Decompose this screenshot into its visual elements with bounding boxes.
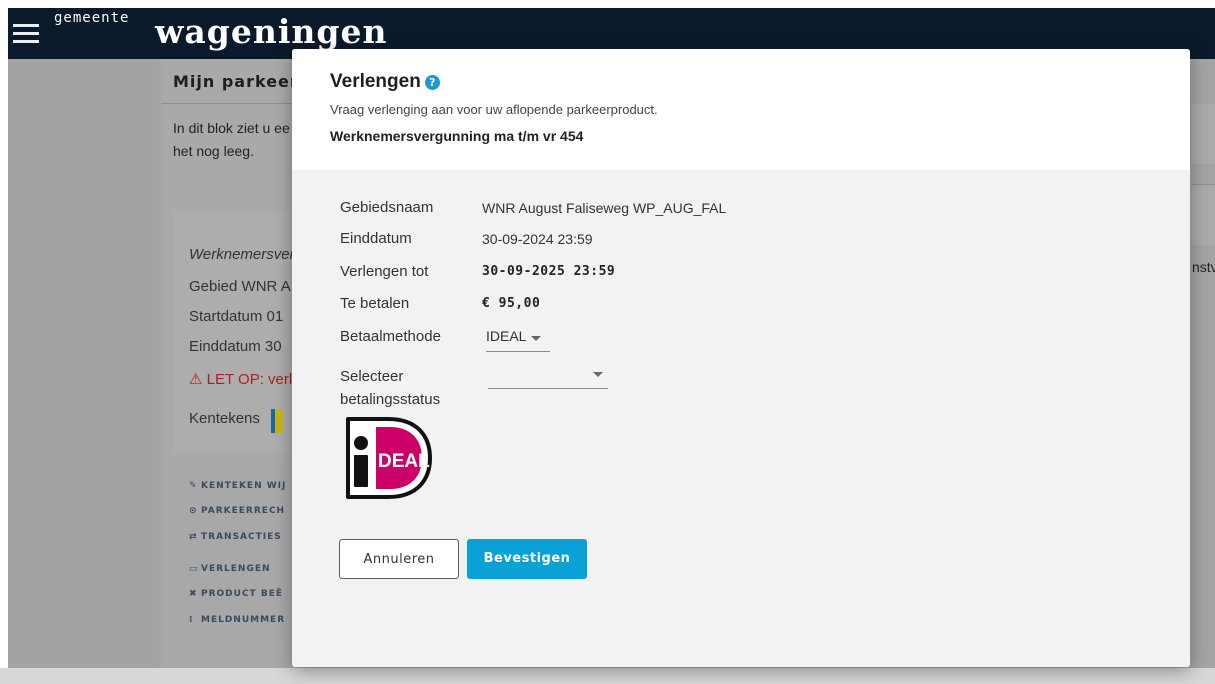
verlengen-tot-label: Verlengen tot bbox=[340, 263, 429, 280]
gebiedsnaam-label: Gebiedsnaam bbox=[340, 199, 434, 216]
confirm-button[interactable]: Bevestigen bbox=[467, 539, 587, 579]
right-card-strip bbox=[1191, 104, 1215, 164]
betaalmethode-label: Betaalmethode bbox=[340, 328, 441, 345]
action-meldnummer[interactable]: ⁞ MELDNUMMER bbox=[189, 615, 285, 625]
pencil-icon: ✎ bbox=[189, 481, 198, 491]
dialog-subtitle: Vraag verlenging aan voor uw aflopende p… bbox=[330, 102, 658, 117]
permit-card-startdatum: Startdatum 01 bbox=[189, 308, 284, 325]
clock-icon: ⊙ bbox=[189, 506, 198, 516]
einddatum-value: 30-09-2024 23:59 bbox=[482, 231, 593, 247]
bottom-scroll-strip bbox=[0, 668, 1215, 684]
permit-card-kentekens: Kentekens bbox=[189, 410, 260, 427]
chevron-down-icon bbox=[593, 372, 603, 377]
action-transacties[interactable]: ⇄ TRANSACTIES bbox=[189, 532, 282, 542]
action-label: PARKEERRECH bbox=[201, 506, 286, 516]
betalingsstatus-select[interactable] bbox=[488, 361, 608, 389]
verlengen-tot-value: 30-09-2025 23:59 bbox=[482, 264, 616, 279]
dialog-title-text: Verlengen bbox=[330, 71, 421, 92]
betalingsstatus-label: Selecteer betalingsstatus bbox=[340, 365, 440, 411]
gebiedsnaam-value: WNR August Faliseweg WP_AUG_FAL bbox=[482, 200, 727, 216]
action-verlengen[interactable]: ▭ VERLENGEN bbox=[189, 564, 271, 574]
betaalmethode-select[interactable]: IDEAL bbox=[486, 326, 550, 352]
ideal-logo-text: DEAL bbox=[378, 451, 430, 472]
te-betalen-label: Te betalen bbox=[340, 295, 410, 312]
permit-card-gebied: Gebied WNR A bbox=[189, 278, 291, 295]
permit-card-warning: ⚠ LET OP: verl bbox=[189, 371, 293, 388]
te-betalen-value: € 95,00 bbox=[482, 296, 541, 311]
verlengen-dialog: Verlengen? Vraag verlenging aan voor uw … bbox=[292, 49, 1190, 667]
help-icon[interactable]: ? bbox=[424, 75, 440, 90]
license-plate-chip-yellow[interactable] bbox=[275, 409, 283, 433]
cancel-button[interactable]: Annuleren bbox=[339, 539, 459, 579]
permit-card-title: Werknemersver bbox=[189, 246, 295, 263]
action-label: PRODUCT BEË bbox=[201, 589, 283, 599]
logo-gemeente-text: gemeente bbox=[54, 10, 130, 26]
einddatum-label: Einddatum bbox=[340, 230, 412, 247]
right-card-text: nstv bbox=[1192, 259, 1215, 275]
calendar-icon: ▭ bbox=[189, 564, 199, 574]
action-label: MELDNUMMER bbox=[201, 615, 286, 625]
dialog-header: Verlengen? Vraag verlenging aan voor uw … bbox=[292, 49, 1190, 170]
betaalmethode-selected-value: IDEAL bbox=[486, 328, 527, 344]
ideal-logo-icon: DEAL bbox=[346, 417, 432, 499]
right-card-strip bbox=[1191, 184, 1215, 245]
close-icon: ✖ bbox=[189, 589, 198, 599]
dialog-title: Verlengen? bbox=[330, 71, 440, 93]
betalingsstatus-label-line: Selecteer bbox=[340, 368, 404, 385]
action-label: VERLENGEN bbox=[201, 564, 271, 574]
permit-card-einddatum: Einddatum 30 bbox=[189, 338, 282, 355]
menu-icon[interactable] bbox=[13, 24, 39, 44]
action-kenteken-wijzigen[interactable]: ✎ KENTEKEN WIJ bbox=[189, 481, 286, 491]
section-title: Mijn parkeer bbox=[173, 72, 299, 91]
logo-wageningen-text[interactable]: wageningen bbox=[155, 12, 387, 51]
action-label: TRANSACTIES bbox=[201, 532, 282, 542]
action-parkeerrecht[interactable]: ⊙ PARKEERRECH bbox=[189, 506, 285, 516]
action-label: KENTEKEN WIJ bbox=[201, 481, 287, 491]
betalingsstatus-label-line: betalingsstatus bbox=[340, 391, 441, 408]
transfer-icon: ⇄ bbox=[189, 532, 198, 542]
left-background-pane bbox=[8, 59, 158, 684]
grid-icon: ⁞ bbox=[189, 615, 194, 625]
dialog-product-name: Werknemersvergunning ma t/m vr 454 bbox=[330, 128, 584, 144]
action-product-beeindigen[interactable]: ✖ PRODUCT BEË bbox=[189, 589, 283, 599]
chevron-down-icon bbox=[531, 336, 541, 341]
